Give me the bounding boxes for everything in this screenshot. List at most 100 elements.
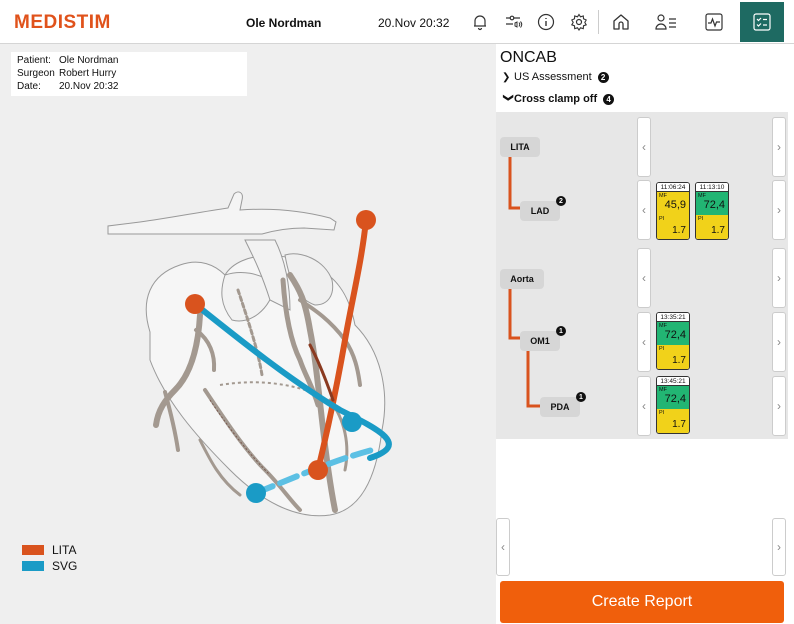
legend-item-lita: LITA [22, 542, 77, 558]
node-label: OM1 [530, 336, 550, 346]
node-lita[interactable]: LITA [500, 137, 540, 157]
home-icon[interactable] [607, 8, 635, 36]
pi-value: 1.7 [711, 225, 725, 236]
svg-swatch [22, 561, 44, 571]
legend-item-svg: SVG [22, 558, 77, 574]
legend-label-svg: SVG [52, 559, 78, 573]
pi-value: 1.7 [672, 355, 686, 366]
scroll-left-button[interactable]: ‹ [637, 248, 651, 308]
node-aorta[interactable]: Aorta [500, 269, 544, 289]
mf-value: 72,4 [664, 329, 686, 341]
date-value: 20.Nov 20:32 [59, 81, 119, 92]
chevron-right-icon: › [777, 271, 781, 285]
graft-panel: ONCAB ❯ US Assessment 2 ❯ Cross clamp of… [496, 44, 794, 624]
measurement-time: 13:45:21 [657, 377, 689, 386]
legend-label-lita: LITA [52, 543, 77, 557]
surgeon-label: Surgeon [17, 68, 55, 79]
scroll-right-button[interactable]: › [772, 312, 786, 372]
node-pda[interactable]: PDA 1 [540, 392, 586, 417]
measurement-count-badge: 1 [576, 392, 586, 402]
pi-label: PI [659, 410, 665, 416]
measurement-time: 13:35:21 [657, 313, 689, 322]
chevron-right-icon: ❯ [502, 71, 511, 83]
measurement-card[interactable]: 11:13:10 MF 72,4 PI 1.7 [695, 182, 729, 240]
header-datetime: 20.Nov 20:32 [378, 16, 450, 30]
node-label: PDA [550, 402, 570, 412]
scroll-right-button[interactable]: › [772, 180, 786, 240]
chevron-right-icon: › [777, 140, 781, 154]
patient-info-box: Patient: Ole Nordman Surgeon Robert Hurry … [11, 52, 247, 96]
chevron-left-icon: ‹ [501, 540, 505, 554]
measurement-time: 11:13:10 [696, 183, 728, 192]
measurement-count-badge: 1 [556, 326, 566, 336]
chevron-left-icon: ‹ [642, 399, 646, 413]
mf-label: MF [659, 323, 667, 329]
scroll-right-button[interactable]: › [772, 376, 786, 436]
mf-value: 72,4 [664, 393, 686, 405]
node-label: LITA [510, 142, 530, 152]
chevron-left-icon: ‹ [642, 335, 646, 349]
count-badge: 4 [603, 93, 615, 105]
measurement-time: 11:06:24 [657, 183, 689, 192]
pi-label: PI [659, 216, 665, 222]
mf-label: MF [659, 387, 667, 393]
date-label: Date: [17, 81, 41, 92]
mf-label: MF [698, 193, 706, 199]
mf-value: 72,4 [703, 199, 725, 211]
scroll-left-button[interactable]: ‹ [637, 117, 651, 177]
scroll-right-button[interactable]: › [772, 117, 786, 177]
node-lad[interactable]: LAD 2 [520, 196, 566, 221]
chevron-left-icon: ‹ [642, 203, 646, 217]
section-us-assessment[interactable]: ❯ US Assessment 2 [502, 71, 609, 83]
chevron-right-icon: › [777, 335, 781, 349]
pi-value: 1.7 [672, 419, 686, 430]
gear-icon[interactable] [565, 8, 593, 36]
scroll-left-button[interactable]: ‹ [637, 376, 651, 436]
top-bar: MEDISTIM Ole Nordman 20.Nov 20:32 [0, 0, 794, 44]
graft-legend: LITA SVG [22, 542, 77, 574]
heart-illustration [107, 191, 392, 517]
pi-label: PI [659, 346, 665, 352]
lita-swatch [22, 545, 44, 555]
measurement-card[interactable]: 13:35:21 MF 72,4 PI 1.7 [656, 312, 690, 370]
patient-list-icon[interactable] [652, 8, 680, 36]
mf-value-cell: MF 72,4 [696, 192, 728, 215]
pi-value-cell: PI 1.7 [657, 215, 689, 239]
scroll-left-button[interactable]: ‹ [637, 180, 651, 240]
pi-value-cell: PI 1.7 [657, 409, 689, 433]
pi-value-cell: PI 1.7 [657, 345, 689, 369]
report-checklist-icon[interactable] [740, 2, 784, 42]
patient-label: Patient: [17, 55, 51, 66]
mf-label: MF [659, 193, 667, 199]
monitor-icon[interactable] [700, 8, 728, 36]
mf-value: 45,9 [664, 199, 686, 211]
pi-value: 1.7 [672, 225, 686, 236]
scroll-right-button[interactable]: › [772, 518, 786, 576]
graft-tree-panel: LITA LAD 2 Aorta OM1 1 PDA 1 ‹ ‹ ‹ ‹ ‹ › › … [496, 112, 788, 439]
create-report-button[interactable]: Create Report [500, 581, 784, 623]
info-icon[interactable] [532, 8, 560, 36]
heart-diagram-area: Patient: Ole Nordman Surgeon Robert Hurry … [0, 44, 496, 624]
node-label: Aorta [510, 274, 534, 284]
pi-value-cell: PI 1.7 [696, 215, 728, 239]
chevron-right-icon: › [777, 399, 781, 413]
chevron-down-icon: ❯ [502, 93, 514, 102]
measurement-card[interactable]: 13:45:21 MF 72,4 PI 1.7 [656, 376, 690, 434]
measurement-card[interactable]: 11:06:24 MF 45,9 PI 1.7 [656, 182, 690, 240]
audio-settings-icon[interactable] [500, 8, 528, 36]
chevron-left-icon: ‹ [642, 140, 646, 154]
pi-label: PI [698, 216, 704, 222]
scroll-right-button[interactable]: › [772, 248, 786, 308]
header-divider [598, 10, 599, 34]
node-label: LAD [530, 206, 550, 216]
measurement-count-badge: 2 [556, 196, 566, 206]
procedure-title: ONCAB [500, 49, 557, 66]
scroll-left-button[interactable]: ‹ [637, 312, 651, 372]
header-patient-name: Ole Nordman [246, 16, 322, 30]
scroll-left-button[interactable]: ‹ [496, 518, 510, 576]
bell-icon[interactable] [466, 8, 494, 36]
node-om1[interactable]: OM1 1 [520, 326, 566, 351]
medistim-logo: MEDISTIM [14, 12, 111, 33]
chevron-right-icon: › [777, 203, 781, 217]
section-cross-clamp-off[interactable]: ❯ Cross clamp off 4 [502, 93, 615, 105]
